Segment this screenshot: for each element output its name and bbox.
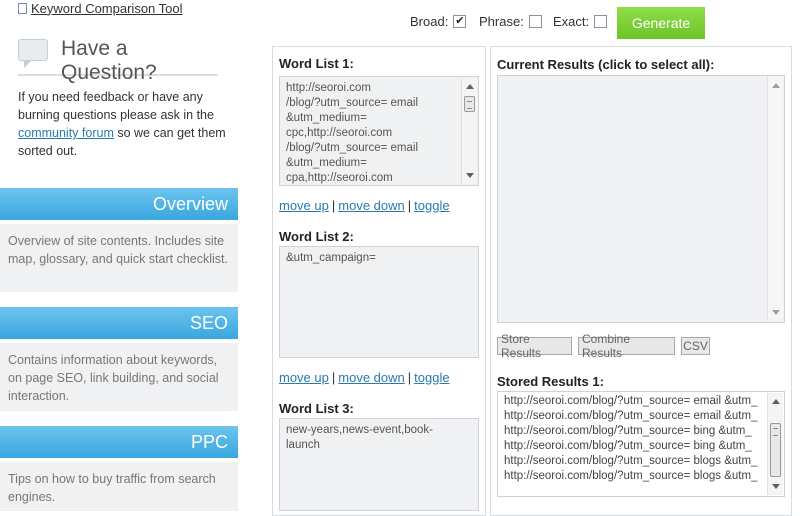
section-overview-description: Overview of site contents. Includes site… (0, 224, 238, 292)
word-list-2-title: Word List 2: (279, 229, 354, 244)
stored-result-line: http://seoroi.com/blog/?utm_source= blog… (504, 455, 758, 467)
stored-result-line: http://seoroi.com/blog/?utm_source= emai… (504, 395, 758, 407)
exact-checkbox[interactable] (594, 15, 608, 28)
scroll-up-arrow-icon[interactable] (772, 399, 780, 404)
section-ppc-header[interactable]: PPC (0, 426, 238, 458)
exact-option: Exact: (553, 14, 608, 29)
csv-button[interactable]: CSV (681, 337, 710, 355)
move-down-link[interactable]: move down (338, 370, 404, 385)
stored-result-line: http://seoroi.com/blog/?utm_source= blog… (504, 470, 758, 482)
stored-result-line: http://seoroi.com/blog/?utm_source= bing… (504, 425, 752, 437)
section-seo-header[interactable]: SEO (0, 307, 238, 339)
word-list-1-scrollbar[interactable] (461, 78, 477, 184)
generate-button[interactable]: Generate (617, 7, 705, 39)
scroll-down-arrow-icon[interactable] (466, 173, 474, 178)
stored-results-textarea[interactable]: http://seoroi.com/blog/?utm_source= emai… (497, 391, 785, 497)
scroll-down-arrow-icon[interactable] (772, 310, 780, 315)
stored-results-title: Stored Results 1: (497, 374, 604, 389)
word-list-2-textarea[interactable]: &utm_campaign= (279, 246, 479, 358)
phrase-option: Phrase: (479, 14, 542, 29)
scroll-up-arrow-icon[interactable] (466, 84, 474, 89)
scroll-thumb[interactable] (770, 423, 781, 477)
move-up-link[interactable]: move up (279, 370, 329, 385)
section-overview-header[interactable]: Overview (0, 188, 238, 220)
current-results-scrollbar[interactable] (767, 77, 783, 321)
word-list-2-actions: move up | move down | toggle (279, 370, 450, 385)
stored-result-line: http://seoroi.com/blog/?utm_source= bing… (504, 440, 752, 452)
question-title: Have a Question? (61, 37, 157, 84)
keyword-comparison-tool-label: Keyword Comparison Tool (31, 0, 183, 16)
speech-bubble-icon (18, 39, 48, 68)
combine-results-button[interactable]: Combine Results (578, 332, 675, 360)
question-header: Have a Question? (18, 36, 218, 84)
word-list-3-title: Word List 3: (279, 401, 354, 416)
scroll-thumb[interactable] (464, 96, 475, 112)
section-ppc-description: Tips on how to buy traffic from search e… (0, 462, 238, 511)
broad-option: Broad: ✔ (410, 14, 467, 29)
scroll-up-arrow-icon[interactable] (772, 83, 780, 88)
stored-result-line: http://seoroi.com/blog/?utm_source= emai… (504, 410, 758, 422)
section-seo-description: Contains information about keywords, on … (0, 343, 238, 411)
current-results-textarea[interactable] (497, 75, 785, 323)
keyword-comparison-tool-link[interactable]: Keyword Comparison Tool (18, 0, 183, 16)
word-list-1-title: Word List 1: (279, 56, 354, 71)
community-forum-link[interactable]: community forum (18, 126, 114, 140)
toggle-link[interactable]: toggle (414, 198, 449, 213)
word-list-1-actions: move up | move down | toggle (279, 198, 450, 213)
word-list-3-textarea[interactable]: new-years,news-event,book- launch (279, 418, 479, 511)
phrase-checkbox[interactable] (528, 15, 542, 28)
toggle-link[interactable]: toggle (414, 370, 449, 385)
document-icon (18, 2, 27, 14)
broad-checkbox[interactable]: ✔ (453, 15, 467, 28)
stored-results-scrollbar[interactable] (767, 393, 783, 495)
current-results-title: Current Results (click to select all): (497, 57, 715, 72)
move-up-link[interactable]: move up (279, 198, 329, 213)
store-results-button[interactable]: Store Results (497, 332, 572, 360)
move-down-link[interactable]: move down (338, 198, 404, 213)
word-list-1-textarea[interactable]: http://seoroi.com /blog/?utm_source= ema… (279, 76, 479, 186)
question-text: If you need feedback or have any burning… (18, 90, 226, 158)
scroll-down-arrow-icon[interactable] (772, 484, 780, 489)
